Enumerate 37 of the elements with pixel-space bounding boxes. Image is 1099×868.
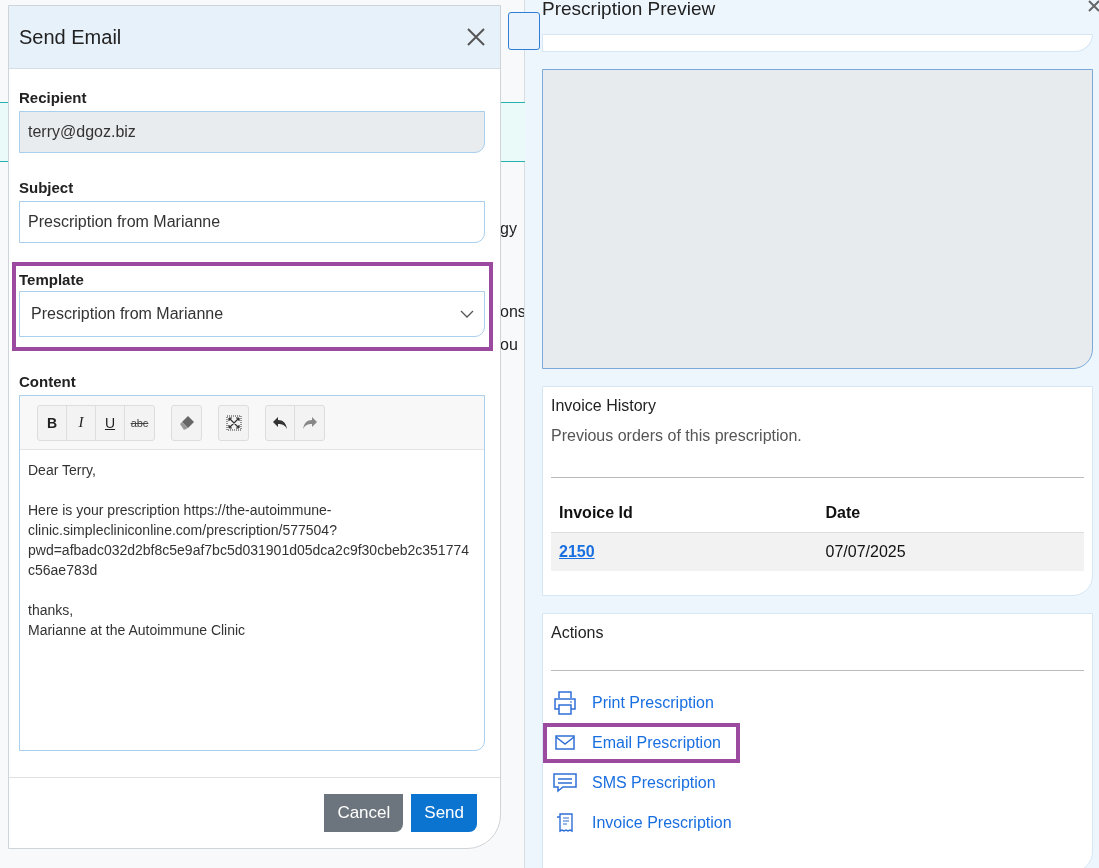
date-cell: 07/07/2025	[817, 532, 1084, 571]
field-label: Recipient	[19, 89, 88, 106]
dialog-title: Send Email	[19, 25, 122, 49]
cancel-button[interactable]: Cancel	[324, 794, 404, 832]
card-title: Invoice History	[551, 397, 657, 415]
invoice-link[interactable]: 2150	[559, 543, 595, 560]
card-description: Previous orders of this prescription.	[551, 427, 803, 445]
printer-icon	[552, 690, 578, 716]
format-button[interactable]: B	[38, 405, 67, 440]
page-text: gy	[500, 220, 518, 238]
template-dropdown[interactable]: Prescription from Marianne	[19, 291, 485, 337]
column-header: Invoice Id	[551, 498, 818, 533]
chevron-down-icon	[460, 310, 474, 318]
action-link[interactable]: Print Prescription	[592, 694, 714, 712]
envelope-icon	[552, 735, 578, 751]
eraser-icon	[178, 414, 195, 431]
format-button[interactable]: U	[96, 405, 125, 440]
subject-field[interactable]: Prescription from Marianne	[19, 201, 485, 243]
email-body[interactable]: Dear Terry, Here is your prescription https://the-autoimmune-clinic.simplecliniconline.com/prescription/577504?pwd=afbadc032d2bf8c5e9af7bc5d031901d05dca2c9f30cbeb2c351774c56ae783d thanks, Marianne at the Autoimmune Clinic	[20, 450, 484, 670]
undo-icon	[272, 415, 288, 430]
field-label: Subject	[19, 179, 75, 196]
redo-icon	[301, 415, 318, 430]
send-button[interactable]: Send	[411, 794, 477, 832]
panel-title: Prescription Preview	[542, 0, 716, 20]
field-label: Template	[19, 271, 85, 288]
action-link[interactable]: SMS Prescription	[592, 774, 716, 792]
format-button[interactable]: I	[67, 405, 96, 440]
action-link[interactable]: Invoice Prescription	[592, 814, 732, 832]
fullscreen-icon	[225, 414, 242, 431]
column-header: Date	[817, 498, 1084, 533]
close-icon[interactable]	[466, 27, 486, 47]
page-button[interactable]	[508, 12, 540, 50]
chat-icon	[552, 773, 578, 793]
format-button[interactable]: abc	[125, 405, 154, 440]
field-label: Content	[19, 373, 77, 390]
page-text: ou	[500, 336, 519, 354]
card-title: Actions	[551, 624, 605, 642]
